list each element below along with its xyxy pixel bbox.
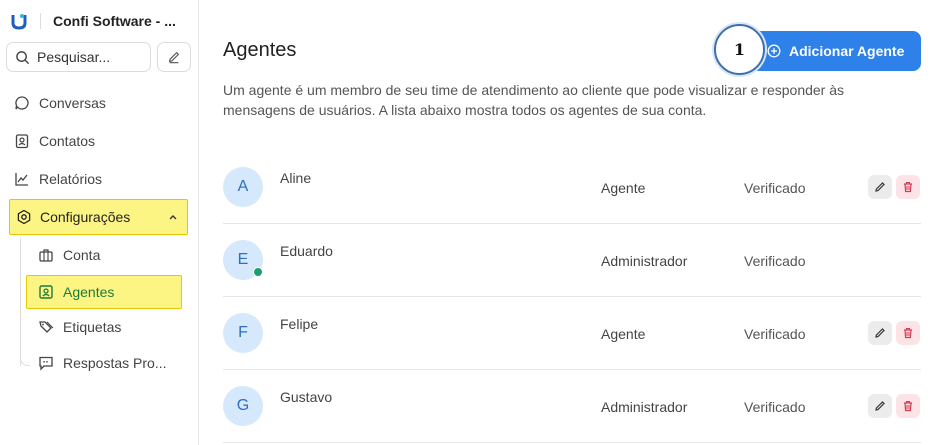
sidebar-item-configuracoes[interactable]: Configurações (9, 199, 188, 235)
avatar: F (223, 313, 263, 353)
tags-icon (38, 319, 54, 335)
agent-name: Eduardo (280, 243, 333, 259)
compose-button[interactable] (157, 42, 191, 72)
account-name[interactable]: Confi Software - ... (53, 13, 176, 29)
sidebar: Confi Software - ... Pesquisar... Conver… (0, 0, 199, 445)
edit-agent-button[interactable] (868, 175, 892, 199)
online-status-dot (253, 267, 263, 277)
sidebar-subitem-respostas[interactable]: Respostas Pro... (38, 352, 167, 374)
agent-name: Aline (280, 170, 312, 186)
agent-name: Felipe (280, 316, 319, 332)
sidebar-subitem-label: Agentes (63, 284, 115, 300)
page-title: Agentes (223, 39, 297, 61)
search-input[interactable]: Pesquisar... (6, 42, 151, 72)
plus-circle-icon (767, 44, 781, 58)
avatar: A (223, 167, 263, 207)
sidebar-subitem-label: Respostas Pro... (63, 355, 167, 371)
briefcase-icon (38, 247, 54, 263)
delete-agent-button[interactable] (896, 394, 920, 418)
sidebar-subitem-label: Etiquetas (63, 319, 122, 335)
agent-role: Agente (601, 180, 646, 196)
pencil-icon (875, 182, 885, 192)
sidebar-item-label: Conversas (39, 95, 106, 111)
pencil-icon (168, 51, 180, 64)
agent-status: Verificado (744, 180, 806, 196)
agent-role: Administrador (601, 399, 688, 415)
agent-row: A Aline Agente Verificado (223, 151, 921, 224)
submenu-tree-curve (20, 352, 30, 366)
trash-icon (904, 328, 912, 339)
agent-row: E Eduardo Administrador Verificado (223, 224, 921, 297)
agent-role: Agente (601, 326, 646, 342)
agent-role: Administrador (601, 253, 688, 269)
chevron-up-icon (169, 215, 177, 220)
sidebar-subitem-label: Conta (63, 247, 101, 263)
edit-agent-button[interactable] (868, 394, 892, 418)
delete-agent-button[interactable] (896, 175, 920, 199)
add-agent-button-label: Adicionar Agente (789, 43, 905, 59)
sidebar-item-relatorios[interactable]: Relatórios (14, 167, 102, 191)
line-chart-icon (14, 171, 30, 187)
sidebar-subitem-conta[interactable]: Conta (38, 244, 100, 266)
agent-status: Verificado (744, 253, 806, 269)
sidebar-subitem-etiquetas[interactable]: Etiquetas (38, 316, 121, 338)
sidebar-item-label: Contatos (39, 133, 96, 149)
submenu-tree-line (20, 238, 21, 366)
delete-agent-button[interactable] (896, 321, 920, 345)
canned-reply-icon (38, 355, 54, 371)
pencil-icon (875, 401, 885, 411)
sidebar-item-label: Configurações (40, 209, 131, 225)
agent-row: G Gustavo Administrador Verificado (223, 370, 921, 443)
add-agent-button[interactable]: Adicionar Agente (745, 31, 921, 71)
agent-name: Gustavo (280, 389, 333, 405)
sidebar-item-conversas[interactable]: Conversas (14, 91, 106, 115)
agent-row: F Felipe Agente Verificado (223, 297, 921, 370)
search-placeholder: Pesquisar... (37, 49, 111, 65)
step-number-badge: 1 (714, 24, 765, 75)
settings-hexagon-icon (16, 209, 32, 225)
pencil-icon (875, 328, 885, 338)
edit-agent-button[interactable] (868, 321, 892, 345)
agent-status: Verificado (744, 326, 806, 342)
brand[interactable]: Confi Software - ... (10, 10, 176, 32)
app-logo-icon (11, 14, 27, 30)
avatar: G (223, 386, 263, 426)
search-icon (16, 50, 30, 64)
sidebar-item-label: Relatórios (39, 171, 103, 187)
chat-bubble-icon (14, 95, 30, 111)
trash-icon (904, 182, 912, 193)
contact-card-icon (14, 133, 30, 149)
page-description: Um agente é um membro de seu time de ate… (223, 82, 845, 118)
sidebar-item-contatos[interactable]: Contatos (14, 129, 95, 153)
trash-icon (904, 401, 912, 412)
brand-divider (40, 13, 41, 29)
agent-status: Verificado (744, 399, 806, 415)
sidebar-subitem-agentes[interactable]: Agentes (38, 281, 114, 303)
agent-badge-icon (38, 284, 54, 300)
